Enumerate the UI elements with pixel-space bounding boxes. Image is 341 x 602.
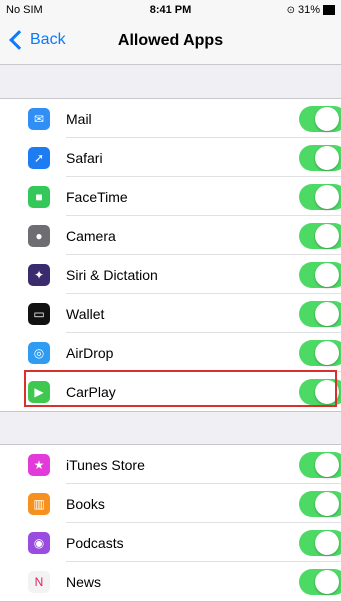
page-title: Allowed Apps xyxy=(117,32,224,49)
list-item: ◎ AirDrop xyxy=(0,333,341,372)
list-item: ■ FaceTime xyxy=(0,177,341,216)
row-label: Siri & Dictation xyxy=(66,266,158,283)
apps-list-secondary: ★ iTunes Store ▥ Books ◉ Podcasts N News xyxy=(0,444,341,602)
row-label: Safari xyxy=(66,149,103,166)
list-item: ✦ Siri & Dictation xyxy=(0,255,341,294)
status-bar: No SIM 8:41 PM ⊙ 31% xyxy=(0,0,341,20)
toggle-switch[interactable] xyxy=(299,569,341,595)
toggle-knob xyxy=(315,341,339,365)
battery-percent: 31% xyxy=(297,4,320,16)
battery-icon xyxy=(323,5,335,15)
row-label: CarPlay xyxy=(66,383,116,400)
row-label: Podcasts xyxy=(66,534,124,551)
books-icon: ▥ xyxy=(28,492,50,515)
row-label: News xyxy=(66,573,102,590)
list-item: ▭ Wallet xyxy=(0,294,341,333)
toggle-switch[interactable] xyxy=(299,452,341,478)
toggle-knob xyxy=(315,224,339,248)
list-item: ★ iTunes Store xyxy=(0,445,341,484)
toggle-switch[interactable] xyxy=(299,145,341,171)
camera-icon: ● xyxy=(28,224,50,247)
row-label: AirDrop xyxy=(66,344,114,361)
toggle-knob xyxy=(315,146,339,170)
itunes-store-icon: ★ xyxy=(28,453,50,476)
toggle-knob xyxy=(315,380,339,404)
toggle-switch[interactable] xyxy=(299,184,341,210)
list-item: N News xyxy=(0,562,341,601)
list-item: ● Camera xyxy=(0,216,341,255)
siri-icon: ✦ xyxy=(28,263,50,286)
toggle-knob xyxy=(315,302,339,326)
row-label: Camera xyxy=(66,227,116,244)
toggle-switch[interactable] xyxy=(299,106,341,132)
toggle-knob xyxy=(315,185,339,209)
toggle-switch[interactable] xyxy=(299,262,341,288)
toggle-switch[interactable] xyxy=(299,379,341,405)
toggle-knob xyxy=(315,570,339,594)
toggle-knob xyxy=(315,492,339,516)
list-item: ➚ Safari xyxy=(0,138,341,177)
apps-list-primary: ✉ Mail ➚ Safari ■ FaceTime ● Camera ✦ Siri & Dict… xyxy=(0,98,341,412)
news-icon: N xyxy=(28,570,50,593)
toggle-switch[interactable] xyxy=(299,340,341,366)
list-item: ✉ Mail xyxy=(0,99,341,138)
list-item: ▶ CarPlay xyxy=(0,372,341,411)
list-item: ◉ Podcasts xyxy=(0,523,341,562)
safari-icon: ➚ xyxy=(28,146,50,169)
mail-icon: ✉ xyxy=(28,107,50,130)
toggle-knob xyxy=(315,453,339,477)
navigation-bar: Back Allowed Apps xyxy=(0,20,341,65)
wallet-icon: ▭ xyxy=(28,302,50,325)
row-label: FaceTime xyxy=(66,188,128,205)
airdrop-icon: ◎ xyxy=(28,341,50,364)
toggle-switch[interactable] xyxy=(299,530,341,556)
carplay-icon: ▶ xyxy=(28,380,50,403)
row-label: iTunes Store xyxy=(66,456,145,473)
toggle-switch[interactable] xyxy=(299,301,341,327)
battery-indicator: ⊙ 31% xyxy=(287,4,335,16)
facetime-icon: ■ xyxy=(28,185,50,208)
toggle-knob xyxy=(315,107,339,131)
toggle-switch[interactable] xyxy=(299,491,341,517)
row-label: Wallet xyxy=(66,305,105,322)
toggle-knob xyxy=(315,263,339,287)
row-label: Books xyxy=(66,495,105,512)
orientation-lock-icon: ⊙ xyxy=(286,4,295,16)
row-label: Mail xyxy=(66,110,92,127)
podcasts-icon: ◉ xyxy=(28,531,50,554)
list-item: ▥ Books xyxy=(0,484,341,523)
toggle-switch[interactable] xyxy=(299,223,341,249)
toggle-knob xyxy=(315,531,339,555)
